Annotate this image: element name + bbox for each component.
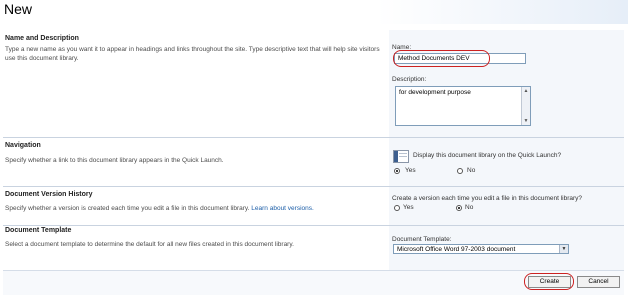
- versioning-description-text: Specify whether a version is created eac…: [5, 205, 250, 212]
- section-description: Specify whether a link to this document …: [5, 157, 224, 164]
- description-scrollbar[interactable]: ▲ ▼: [521, 87, 530, 125]
- versioning-yes-radio[interactable]: [394, 205, 400, 211]
- section-version-history: Document Version History Specify whether…: [3, 187, 624, 225]
- learn-about-versions-link[interactable]: Learn about versions.: [251, 205, 314, 212]
- document-template-value: Microsoft Office Word 97-2003 document: [397, 246, 516, 253]
- versioning-yes-label[interactable]: Yes: [403, 204, 414, 211]
- section-heading: Document Version History: [5, 191, 93, 198]
- create-highlight: [524, 273, 574, 290]
- section-description: Type a new name as you want it to appear…: [5, 46, 380, 62]
- scroll-up-icon[interactable]: ▲: [522, 87, 530, 95]
- section-description: Specify whether a version is created eac…: [5, 204, 380, 213]
- section-name-description: Name and Description Type a new name as …: [3, 30, 624, 134]
- quick-launch-no-radio[interactable]: [457, 168, 463, 174]
- quick-launch-yes-label[interactable]: Yes: [405, 167, 416, 174]
- section-heading: Navigation: [5, 142, 41, 149]
- document-template-label: Document Template:: [392, 236, 452, 243]
- section-document-template: Document Template Select a document temp…: [3, 226, 624, 270]
- chevron-down-icon[interactable]: ▼: [559, 245, 568, 253]
- page-title: New: [4, 1, 33, 17]
- section-heading: Document Template: [5, 227, 72, 234]
- description-textarea[interactable]: for development purpose ▲ ▼: [395, 86, 531, 126]
- title-bar: New: [0, 0, 628, 24]
- scroll-down-icon[interactable]: ▼: [522, 117, 530, 125]
- versioning-question: Create a version each time you edit a fi…: [392, 195, 583, 202]
- description-label: Description:: [392, 76, 427, 83]
- versioning-no-radio[interactable]: [456, 205, 462, 211]
- versioning-no-label[interactable]: No: [465, 204, 473, 211]
- document-template-select[interactable]: Microsoft Office Word 97-2003 document ▼: [393, 244, 569, 254]
- section-navigation: Navigation Specify whether a link to thi…: [3, 138, 624, 186]
- quick-launch-preview-icon: [393, 150, 409, 163]
- section-description: Select a document template to determine …: [5, 241, 294, 248]
- cancel-button[interactable]: Cancel: [577, 276, 620, 288]
- section-heading: Name and Description: [5, 35, 79, 42]
- quick-launch-question: Display this document library on the Qui…: [413, 152, 562, 159]
- form-content: Name and Description Type a new name as …: [3, 30, 624, 270]
- description-text: for development purpose: [399, 89, 471, 96]
- quick-launch-no-label[interactable]: No: [467, 167, 475, 174]
- name-highlight: [393, 50, 490, 67]
- quick-launch-yes-radio[interactable]: [394, 168, 400, 174]
